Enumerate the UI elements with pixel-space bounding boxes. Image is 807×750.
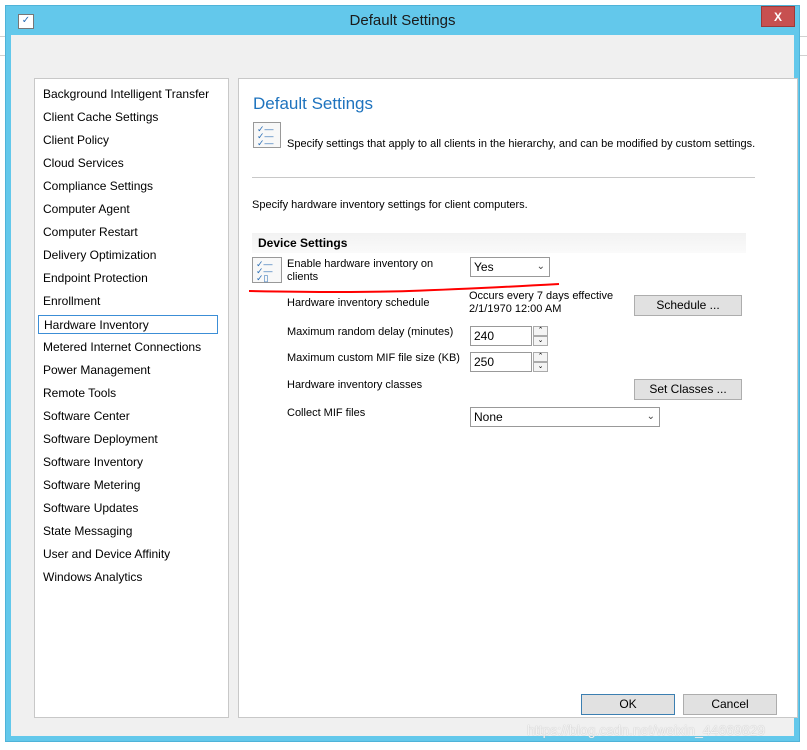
sidebar-item[interactable]: Computer Agent	[38, 200, 218, 219]
collect-mif-dropdown[interactable]: None ⌄	[470, 407, 660, 427]
sidebar-item[interactable]: Software Deployment	[38, 430, 218, 449]
mif-size-input[interactable]: 250	[470, 352, 532, 372]
sidebar-item[interactable]: Software Metering	[38, 476, 218, 495]
sidebar-item[interactable]: Background Intelligent Transfer	[38, 85, 218, 104]
delay-input[interactable]: 240	[470, 326, 532, 346]
dialog-window: ✓ Default Settings X Background Intellig…	[5, 5, 800, 742]
schedule-date: 2/1/1970 12:00 AM	[469, 303, 562, 315]
sidebar-item[interactable]: Computer Restart	[38, 223, 218, 242]
sidebar-item[interactable]: Metered Internet Connections	[38, 338, 218, 357]
schedule-label: Hardware inventory schedule	[287, 297, 430, 309]
chevron-up-icon[interactable]: ⌃	[533, 326, 548, 336]
sidebar-item[interactable]: Delivery Optimization	[38, 246, 218, 265]
watermark: https://blog.csdn.net/weixin_44669829	[527, 722, 766, 738]
set-classes-button[interactable]: Set Classes ...	[634, 379, 742, 400]
checklist-icon: ✓— ✓— ✓—	[253, 122, 281, 148]
cancel-button[interactable]: Cancel	[683, 694, 777, 715]
sidebar-item[interactable]: Power Management	[38, 361, 218, 380]
enable-value: Yes	[474, 260, 494, 274]
chevron-down-icon: ⌄	[536, 261, 545, 272]
schedule-button[interactable]: Schedule ...	[634, 295, 742, 316]
mif-size-label: Maximum custom MIF file size (KB)	[287, 352, 460, 364]
sidebar-item[interactable]: Cloud Services	[38, 154, 218, 173]
settings-category-list: Background Intelligent Transfer Client Ca…	[34, 78, 229, 718]
sidebar-item[interactable]: Software Center	[38, 407, 218, 426]
window-title: Default Settings	[349, 12, 456, 29]
sidebar-item[interactable]: User and Device Affinity	[38, 545, 218, 564]
client-area: Background Intelligent Transfer Client Ca…	[11, 35, 798, 736]
page-description: Specify settings that apply to all clien…	[287, 138, 756, 150]
sidebar-item[interactable]: Compliance Settings	[38, 177, 218, 196]
sidebar-item[interactable]: Software Inventory	[38, 453, 218, 472]
schedule-text: Occurs every 7 days effective	[469, 290, 614, 302]
sidebar-item[interactable]: Endpoint Protection	[38, 269, 218, 288]
ok-button[interactable]: OK	[581, 694, 675, 715]
section-header: Device Settings	[252, 233, 746, 253]
classes-label: Hardware inventory classes	[287, 379, 423, 391]
chevron-down-icon[interactable]: ⌄	[533, 362, 548, 372]
divider	[252, 177, 755, 178]
enable-dropdown[interactable]: Yes ⌄	[470, 257, 550, 277]
chevron-down-icon[interactable]: ⌄	[647, 408, 655, 426]
sidebar-item[interactable]: Hardware Inventory	[38, 315, 218, 334]
enable-label: Enable hardware inventory on	[287, 258, 434, 270]
collect-mif-value: None	[474, 410, 503, 424]
chevron-down-icon[interactable]: ⌄	[533, 336, 548, 346]
chevron-up-icon[interactable]: ⌃	[533, 352, 548, 362]
close-button[interactable]: X	[761, 6, 795, 27]
sidebar-item[interactable]: Windows Analytics	[38, 568, 218, 587]
settings-panel: Default Settings ✓— ✓— ✓— Specify settings…	[238, 78, 798, 718]
sidebar-item[interactable]: Remote Tools	[38, 384, 218, 403]
sidebar-item[interactable]: Client Policy	[38, 131, 218, 150]
sidebar-item[interactable]: Client Cache Settings	[38, 108, 218, 127]
collect-mif-label: Collect MIF files	[287, 407, 366, 419]
sidebar-item[interactable]: State Messaging	[38, 522, 218, 541]
sidebar-item[interactable]: Enrollment	[38, 292, 218, 311]
page-title: Default Settings	[253, 94, 374, 113]
section-subtitle: Specify hardware inventory settings for …	[252, 199, 528, 211]
sidebar-item[interactable]: Software Updates	[38, 499, 218, 518]
delay-label: Maximum random delay (minutes)	[287, 326, 454, 338]
